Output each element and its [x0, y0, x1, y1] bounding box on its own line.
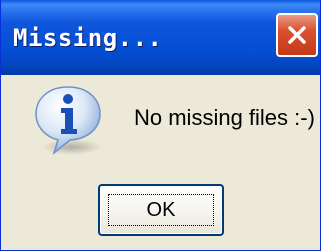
close-x-icon: [288, 26, 306, 44]
ok-button-label: OK: [146, 199, 176, 221]
info-icon: [35, 86, 102, 156]
message-text: No missing files :-): [134, 105, 315, 130]
close-button[interactable]: [276, 13, 318, 57]
window-title: Missing...: [13, 24, 163, 52]
dialog-window: Missing... No missing files:-) OK: [0, 0, 321, 251]
dialog-body: No missing files :-) OK: [1, 75, 320, 250]
title-bar[interactable]: Missing...: [1, 0, 320, 75]
ok-button[interactable]: OK: [98, 184, 224, 236]
